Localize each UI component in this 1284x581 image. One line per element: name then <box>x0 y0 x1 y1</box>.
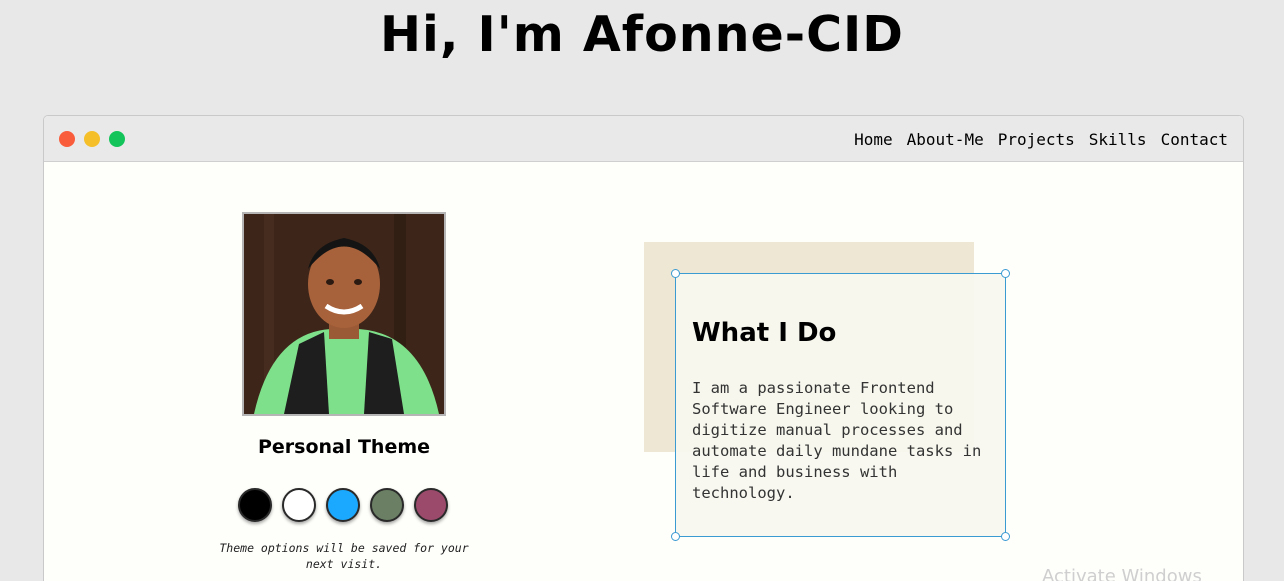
resize-handle-icon[interactable] <box>671 269 680 278</box>
theme-swatch-green[interactable] <box>370 488 404 522</box>
theme-swatch-plum[interactable] <box>414 488 448 522</box>
what-i-do-card: What I Do I am a passionate Frontend Sof… <box>671 269 1010 541</box>
page-title: Hi, I'm Afonne-CID <box>380 6 904 63</box>
activate-windows-watermark: Activate Windows <box>1042 566 1202 581</box>
nav-contact[interactable]: Contact <box>1161 130 1228 149</box>
theme-swatch-black[interactable] <box>238 488 272 522</box>
window-titlebar: Home About-Me Projects Skills Contact <box>44 116 1243 162</box>
theme-note: Theme options will be saved for your nex… <box>219 541 469 571</box>
profile-photo <box>242 212 446 416</box>
theme-swatches <box>238 488 448 522</box>
maximize-dot-icon[interactable] <box>109 131 125 147</box>
theme-swatch-blue[interactable] <box>326 488 360 522</box>
resize-handle-icon[interactable] <box>671 532 680 541</box>
minimize-dot-icon[interactable] <box>84 131 100 147</box>
nav-home[interactable]: Home <box>854 130 893 149</box>
personal-theme-title: Personal Theme <box>257 436 431 458</box>
nav-about-me[interactable]: About-Me <box>907 130 984 149</box>
nav-projects[interactable]: Projects <box>998 130 1075 149</box>
profile-photo-icon <box>244 214 444 414</box>
resize-handle-icon[interactable] <box>1001 269 1010 278</box>
main-nav: Home About-Me Projects Skills Contact <box>840 130 1228 149</box>
what-i-do-title: What I Do <box>692 318 837 348</box>
close-dot-icon[interactable] <box>59 131 75 147</box>
what-i-do-text: I am a passionate Frontend Software Engi… <box>692 379 982 502</box>
nav-skills[interactable]: Skills <box>1089 130 1147 149</box>
resize-handle-icon[interactable] <box>1001 532 1010 541</box>
browser-window: Home About-Me Projects Skills Contact Pe… <box>43 115 1244 581</box>
theme-swatch-white[interactable] <box>282 488 316 522</box>
